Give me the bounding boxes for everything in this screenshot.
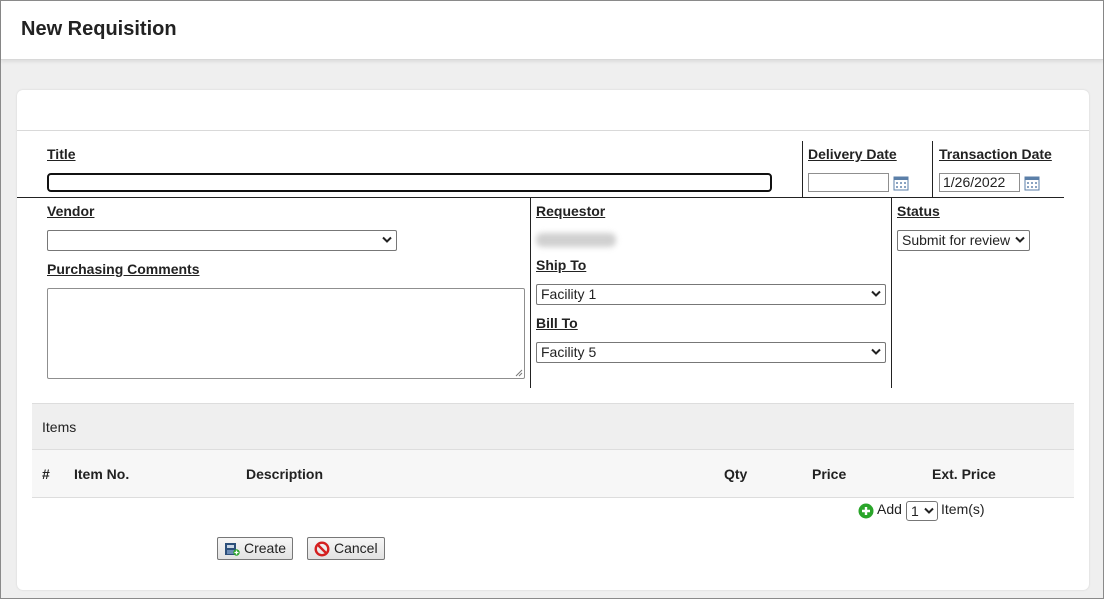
- cancel-button[interactable]: Cancel: [307, 537, 385, 560]
- purchasing-comments-textarea[interactable]: [47, 288, 525, 379]
- add-count-value: 1: [911, 503, 919, 519]
- calendar-icon[interactable]: [1024, 175, 1040, 191]
- divider-transaction: [932, 141, 933, 198]
- items-section-label: Items: [42, 419, 77, 435]
- create-button-label: Create: [244, 540, 287, 556]
- ship-to-label: Ship To: [536, 257, 587, 273]
- cancel-button-label: Cancel: [334, 540, 378, 556]
- ship-to-select[interactable]: Facility 1: [536, 284, 886, 305]
- bill-to-label: Bill To: [536, 315, 578, 331]
- page-header: New Requisition: [1, 1, 1103, 60]
- add-icon[interactable]: [858, 503, 874, 519]
- vendor-select[interactable]: [47, 230, 397, 251]
- col-item-no: Item No.: [74, 466, 130, 482]
- col-description: Description: [246, 466, 324, 482]
- create-icon: [225, 543, 240, 556]
- calendar-icon[interactable]: [893, 175, 909, 191]
- chevron-down-icon: [1015, 236, 1025, 243]
- chevron-down-icon: [871, 290, 881, 297]
- requestor-label: Requestor: [536, 203, 606, 219]
- bill-to-value: Facility 5: [541, 344, 597, 360]
- divider-requestor: [530, 198, 531, 388]
- status-value: Submit for review: [902, 232, 1011, 248]
- chevron-down-icon: [924, 507, 934, 514]
- divider-delivery: [802, 141, 803, 198]
- delivery-date-label: Delivery Date: [808, 146, 897, 162]
- col-qty: Qty: [724, 466, 748, 482]
- requestor-name-redacted: [536, 233, 616, 247]
- col-ext-price: Ext. Price: [932, 466, 996, 482]
- add-items-link[interactable]: Add: [877, 501, 902, 517]
- resize-grip-icon[interactable]: [515, 369, 523, 377]
- title-label: Title: [47, 146, 76, 162]
- cancel-icon: [314, 541, 330, 557]
- create-button[interactable]: Create: [217, 537, 293, 560]
- status-label: Status: [897, 203, 940, 219]
- items-section-header: Items: [32, 403, 1074, 450]
- row-divider: [17, 197, 1064, 198]
- requisition-form-card: Title Delivery Date Transaction Date 1/2…: [17, 90, 1089, 590]
- title-input[interactable]: [47, 173, 772, 192]
- items-suffix-label: Item(s): [941, 501, 985, 517]
- items-table-header: # Item No. Description Qty Price Ext. Pr…: [32, 450, 1074, 498]
- bill-to-select[interactable]: Facility 5: [536, 342, 886, 363]
- status-select[interactable]: Submit for review: [897, 230, 1030, 251]
- transaction-date-label: Transaction Date: [939, 146, 1052, 162]
- purchasing-comments-label: Purchasing Comments: [47, 261, 200, 277]
- transaction-date-input[interactable]: 1/26/2022: [939, 173, 1020, 192]
- card-divider: [17, 130, 1089, 131]
- divider-status: [891, 198, 892, 388]
- vendor-label: Vendor: [47, 203, 95, 219]
- chevron-down-icon: [382, 236, 392, 243]
- add-count-select[interactable]: 1: [906, 501, 938, 521]
- col-price: Price: [812, 466, 847, 482]
- ship-to-value: Facility 1: [541, 286, 597, 302]
- chevron-down-icon: [871, 348, 881, 355]
- delivery-date-input[interactable]: [808, 173, 889, 192]
- page-title: New Requisition: [21, 18, 177, 40]
- col-number: #: [42, 466, 50, 482]
